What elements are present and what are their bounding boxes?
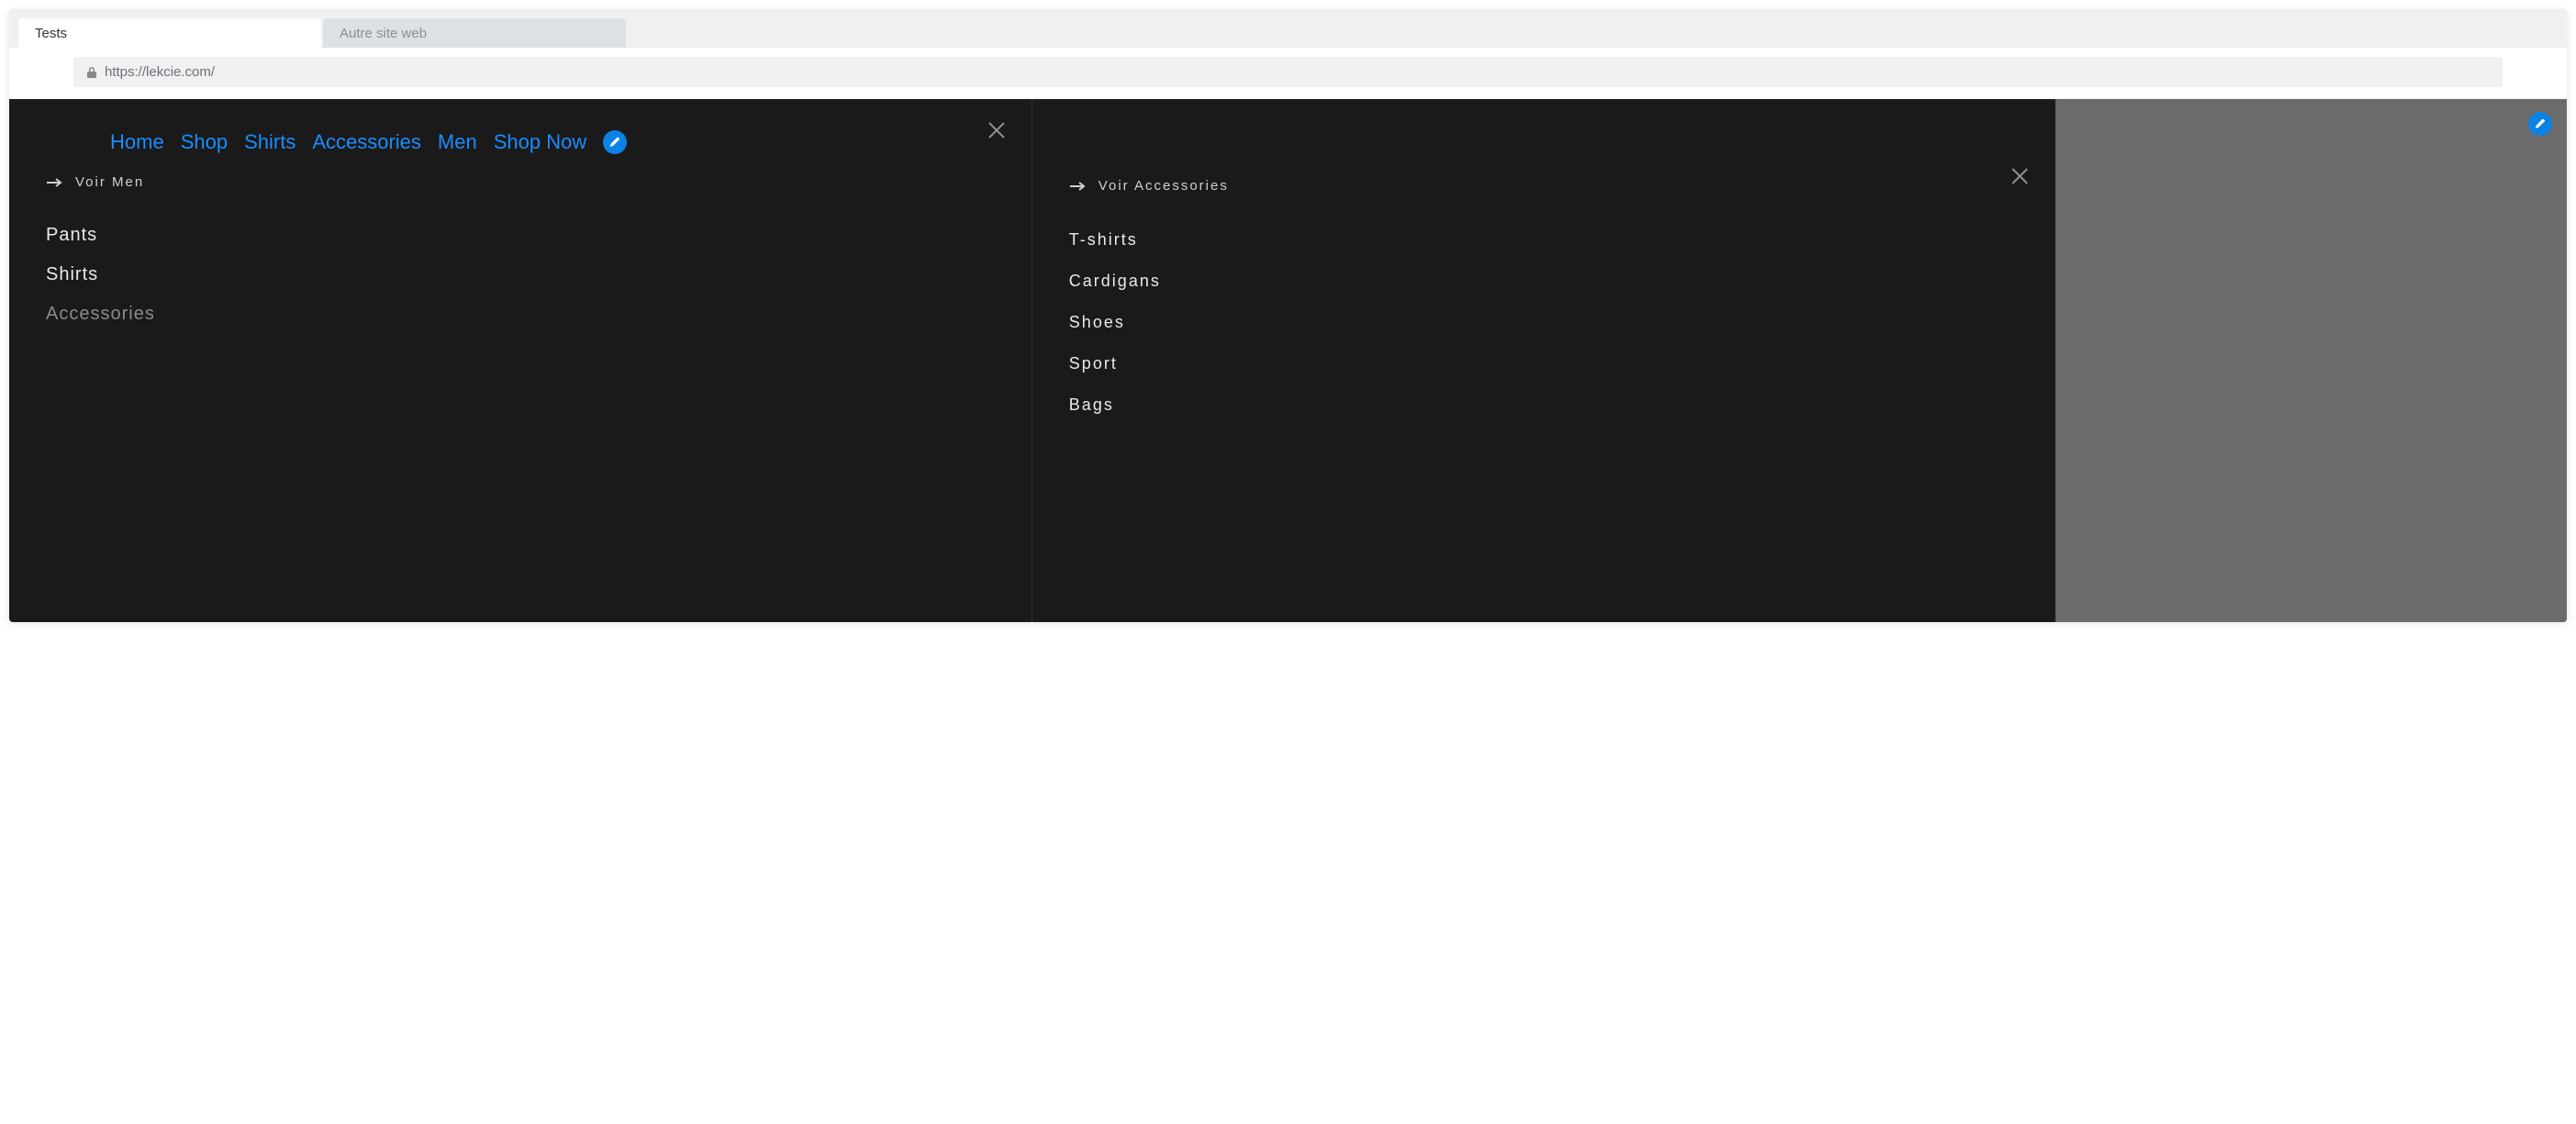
acc-item-shoes[interactable]: Shoes bbox=[1069, 302, 2018, 343]
panel-men: Home Shop Shirts Accessories Men Shop No… bbox=[9, 99, 1032, 622]
lock-icon bbox=[86, 66, 97, 79]
arrow-right-icon bbox=[46, 178, 62, 187]
acc-item-bags[interactable]: Bags bbox=[1069, 384, 2018, 426]
tab-tests[interactable]: Tests bbox=[18, 18, 321, 48]
close-icon bbox=[2009, 165, 2031, 187]
men-item-pants[interactable]: Pants bbox=[46, 216, 995, 255]
voir-men-row: Voir Men bbox=[46, 174, 995, 190]
pencil-icon bbox=[2535, 118, 2546, 129]
edit-nav-button[interactable] bbox=[603, 130, 627, 154]
address-bar[interactable]: https://lekcie.com/ bbox=[73, 57, 2503, 87]
acc-item-cardigans[interactable]: Cardigans bbox=[1069, 261, 2018, 302]
acc-item-sport[interactable]: Sport bbox=[1069, 343, 2018, 384]
tab-bar: Tests Autre site web bbox=[9, 9, 2567, 48]
nav-shop[interactable]: Shop bbox=[181, 130, 228, 154]
voir-accessories-row: Voir Accessories bbox=[1069, 178, 2018, 194]
edit-panel-button[interactable] bbox=[2528, 112, 2552, 136]
panel-accessories: Voir Accessories T-shirts Cardigans Shoe… bbox=[1032, 99, 2056, 622]
nav-accessories[interactable]: Accessories bbox=[312, 130, 421, 154]
panel-empty bbox=[2056, 99, 2567, 622]
voir-men-link[interactable]: Voir Men bbox=[75, 174, 144, 190]
close-accessories-panel[interactable] bbox=[2009, 165, 2031, 192]
tab-label: Tests bbox=[35, 26, 67, 41]
close-icon bbox=[986, 119, 1008, 141]
men-item-accessories[interactable]: Accessories bbox=[46, 295, 995, 334]
voir-accessories-link[interactable]: Voir Accessories bbox=[1098, 178, 1229, 194]
url-text: https://lekcie.com/ bbox=[105, 64, 215, 80]
nav-men[interactable]: Men bbox=[438, 130, 477, 154]
accessories-category-list: T-shirts Cardigans Shoes Sport Bags bbox=[1069, 219, 2018, 426]
close-men-panel[interactable] bbox=[986, 119, 1008, 146]
tab-other-site[interactable]: Autre site web bbox=[323, 18, 626, 48]
address-row: https://lekcie.com/ bbox=[9, 48, 2567, 99]
arrow-right-icon bbox=[1069, 182, 1086, 191]
nav-home[interactable]: Home bbox=[110, 130, 164, 154]
pencil-icon bbox=[609, 137, 620, 148]
viewport: Home Shop Shirts Accessories Men Shop No… bbox=[9, 99, 2567, 622]
nav-shirts[interactable]: Shirts bbox=[244, 130, 296, 154]
men-category-list: Pants Shirts Accessories bbox=[46, 216, 995, 334]
tab-label: Autre site web bbox=[340, 26, 427, 41]
men-item-shirts[interactable]: Shirts bbox=[46, 255, 995, 295]
nav-shop-now[interactable]: Shop Now bbox=[494, 130, 587, 154]
acc-item-tshirts[interactable]: T-shirts bbox=[1069, 219, 2018, 261]
browser-frame: Tests Autre site web https://lekcie.com/… bbox=[9, 9, 2567, 622]
top-nav: Home Shop Shirts Accessories Men Shop No… bbox=[46, 127, 995, 174]
